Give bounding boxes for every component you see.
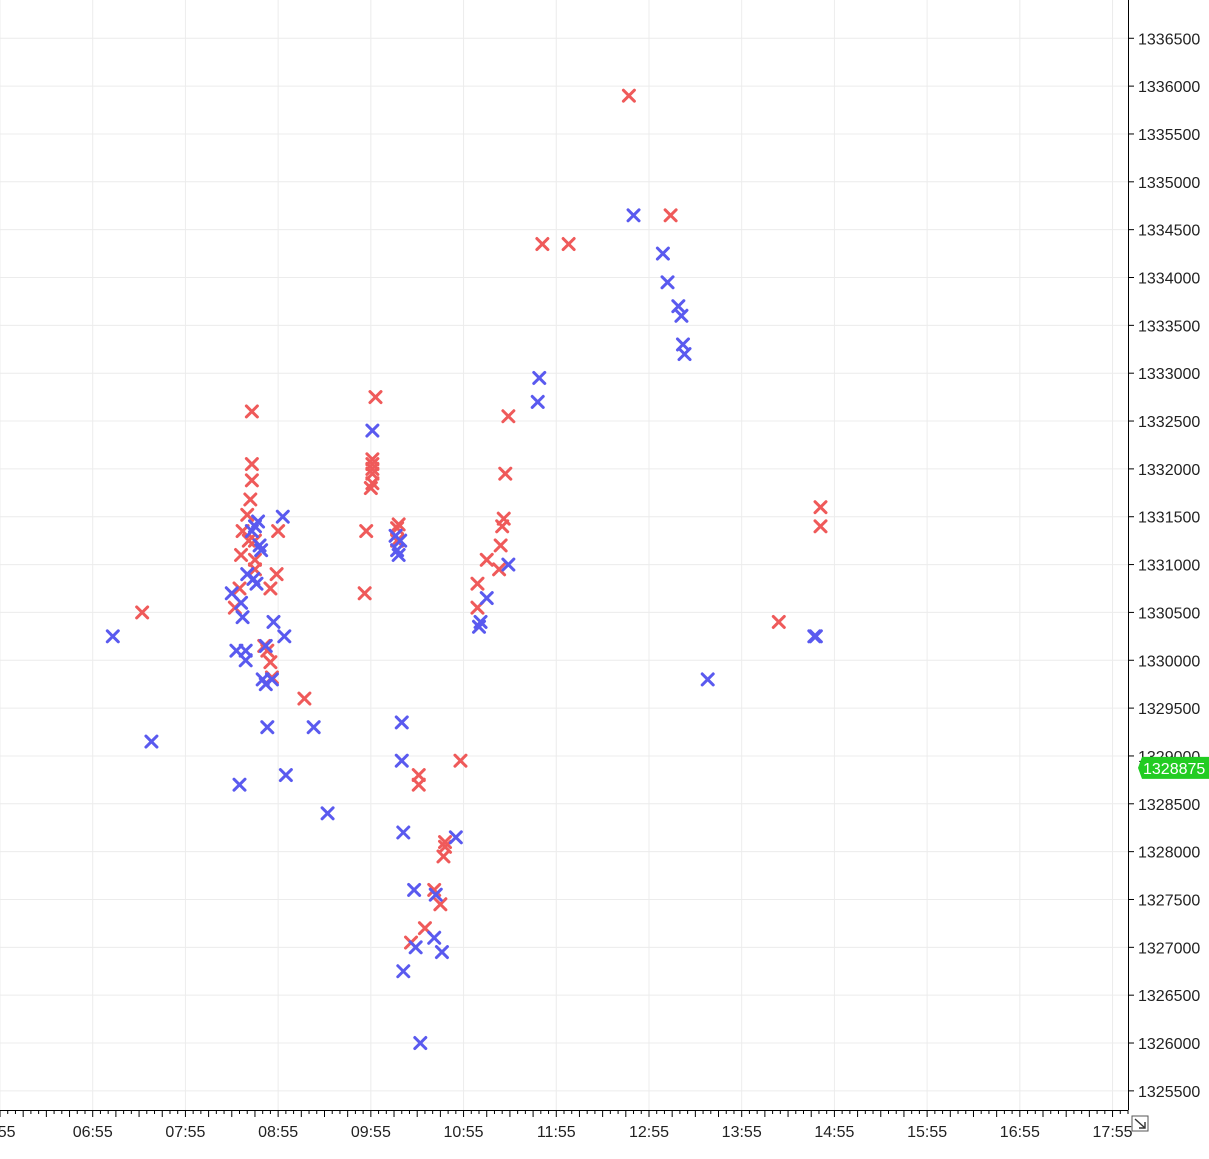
x-tick-label: 07:55: [165, 1124, 205, 1141]
y-tick-label: 1330000: [1138, 653, 1200, 670]
y-tick-label: 1332000: [1138, 462, 1200, 479]
y-tick-label: 1333000: [1138, 366, 1200, 383]
x-tick-label: 13:55: [722, 1124, 762, 1141]
x-tick-label: 10:55: [444, 1124, 484, 1141]
y-tick-label: 1326000: [1138, 1036, 1200, 1053]
y-tick-label: 1335500: [1138, 127, 1200, 144]
x-tick-label: 12:55: [629, 1124, 669, 1141]
x-tick-label: 09:55: [351, 1124, 391, 1141]
y-tick-label: 1327500: [1138, 892, 1200, 909]
x-tick-label: 06:55: [73, 1124, 113, 1141]
x-tick-label: 16:55: [1000, 1124, 1040, 1141]
x-tick-label: 17:55: [1093, 1124, 1133, 1141]
y-tick-label: 1327000: [1138, 940, 1200, 957]
y-tick-label: 1328000: [1138, 845, 1200, 862]
y-tick-label: 1331000: [1138, 558, 1200, 575]
x-tick-label: 15:55: [907, 1124, 947, 1141]
y-tick-label: 1333500: [1138, 318, 1200, 335]
chart-root: 1325500 1326000 1326500 1327000 1327500 13280…: [0, 0, 1209, 1159]
y-tick-label: 1326500: [1138, 988, 1200, 1005]
y-tick-label: 1331500: [1138, 510, 1200, 527]
y-tick-label: 1325500: [1138, 1084, 1200, 1101]
x-tick-label: 5:55: [0, 1124, 16, 1141]
y-tick-label: 1332500: [1138, 414, 1200, 431]
y-tick-label: 1334000: [1138, 271, 1200, 288]
plot-background: [0, 0, 1128, 1110]
y-tick-label: 1329500: [1138, 701, 1200, 718]
scatter-chart[interactable]: 1325500 1326000 1326500 1327000 1327500 13280…: [0, 0, 1209, 1159]
y-tick-label: 1336500: [1138, 31, 1200, 48]
y-tick-label: 1334500: [1138, 223, 1200, 240]
y-tick-label: 1330500: [1138, 605, 1200, 622]
y-tick-label: 1335000: [1138, 175, 1200, 192]
y-tick-label: 1336000: [1138, 79, 1200, 96]
current-price-tag: 1328875: [1138, 756, 1209, 779]
y-tick-label: 1328500: [1138, 797, 1200, 814]
resize-corner-icon[interactable]: [1131, 1115, 1149, 1132]
x-tick-label: 08:55: [258, 1124, 298, 1141]
x-tick-label: 11:55: [537, 1124, 576, 1141]
current-price-label: 1328875: [1143, 761, 1205, 778]
x-tick-label: 14:55: [814, 1124, 854, 1141]
